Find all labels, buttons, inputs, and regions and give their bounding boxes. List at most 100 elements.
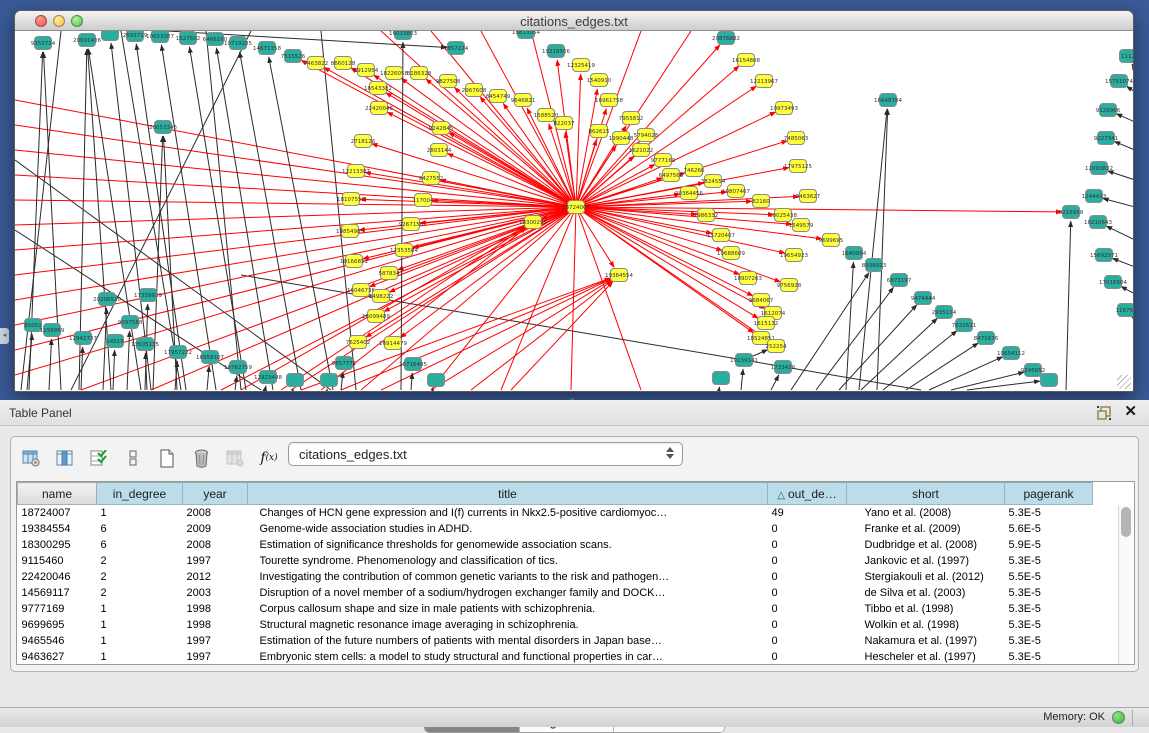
table-cell[interactable]: 1998: [183, 617, 248, 633]
graph-node[interactable]: 16543382: [364, 82, 392, 95]
column-header-title[interactable]: title: [248, 483, 768, 505]
table-cell[interactable]: 2: [97, 569, 183, 585]
select-rows-button[interactable]: [87, 447, 111, 469]
table-cell[interactable]: Dudbridge et al. (2008): [847, 537, 1005, 553]
graph-node[interactable]: 1527602: [176, 32, 201, 45]
graph-node[interactable]: 2693719: [123, 31, 148, 42]
table-cell[interactable]: 2003: [183, 585, 248, 601]
graph-node[interactable]: 2718126: [351, 135, 376, 148]
graph-node[interactable]: 15716485: [399, 358, 427, 371]
graph-node[interactable]: 7625402: [346, 336, 371, 349]
table-cell[interactable]: de Silva et al. (2003): [847, 585, 1005, 601]
function-builder-button[interactable]: f(x): [257, 447, 281, 469]
table-cell[interactable]: Genome-wide association studies in ADHD.: [248, 521, 768, 537]
table-cell[interactable]: 18300295: [18, 537, 97, 553]
table-cell[interactable]: 2008: [183, 537, 248, 553]
table-cell[interactable]: 2: [97, 553, 183, 569]
graph-node[interactable]: 9097588: [118, 316, 143, 329]
table-cell[interactable]: 6: [97, 537, 183, 553]
graph-node[interactable]: 9684067: [749, 294, 774, 307]
graph-node[interactable]: 116753: [1116, 304, 1134, 317]
table-cell[interactable]: 5.3E-5: [1005, 505, 1093, 521]
graph-node[interactable]: 82160: [752, 195, 770, 208]
graph-node[interactable]: 1498222: [369, 290, 394, 303]
graph-node[interactable]: 20876882: [712, 32, 740, 45]
citation-edge-black[interactable]: [1108, 171, 1133, 180]
graph-node[interactable]: 6873197: [887, 274, 912, 287]
graph-node[interactable]: 746266: [684, 164, 705, 177]
graph-node[interactable]: 15692971: [1090, 249, 1118, 262]
citation-edge-black[interactable]: [240, 52, 301, 390]
table-cell[interactable]: Nakamura et al. (1997): [847, 633, 1005, 649]
citation-edge-black[interactable]: [1126, 86, 1133, 92]
column-header-in_degree[interactable]: in_degree: [97, 483, 183, 505]
graph-node[interactable]: 18813054: [512, 31, 540, 39]
graph-node[interactable]: 14519: [106, 335, 124, 348]
graph-node[interactable]: 7632621: [952, 319, 977, 332]
table-cell[interactable]: 2009: [183, 521, 248, 537]
citation-edge-black[interactable]: [161, 45, 216, 390]
graph-node[interactable]: 9857771: [332, 357, 357, 370]
table-cell[interactable]: 9463627: [18, 649, 97, 665]
citation-edge-red[interactable]: [15, 207, 576, 375]
citation-edge-black[interactable]: [846, 262, 853, 390]
citation-edge-black[interactable]: [967, 381, 1040, 390]
graph-node[interactable]: 9474444: [911, 292, 936, 305]
table-cell[interactable]: 22420046: [18, 569, 97, 585]
table-cell[interactable]: 5.3E-5: [1005, 649, 1093, 665]
graph-node[interactable]: 9756928: [777, 279, 802, 292]
citation-edge-red[interactable]: [15, 150, 576, 207]
graph-node[interactable]: 12213387: [342, 165, 370, 178]
table-cell[interactable]: 0: [768, 633, 847, 649]
table-cell[interactable]: Investigating the contribution of common…: [248, 569, 768, 585]
graph-node[interactable]: 7463822: [304, 57, 329, 70]
graph-node[interactable]: 7485063: [784, 132, 809, 145]
delete-column-button[interactable]: [189, 447, 213, 469]
graph-node[interactable]: [713, 372, 730, 385]
graph-node[interactable]: 5794028: [634, 129, 659, 142]
table-row[interactable]: 911546021997Tourette syndrome. Phenomeno…: [18, 553, 1093, 569]
float-panel-icon[interactable]: [1097, 406, 1111, 420]
table-cell[interactable]: 0: [768, 521, 847, 537]
graph-node[interactable]: 9699695: [819, 234, 844, 247]
citation-edge-black[interactable]: [1121, 286, 1133, 294]
graph-node[interactable]: 7857224: [444, 42, 469, 55]
graph-node[interactable]: 9777169: [651, 154, 676, 167]
table-cell[interactable]: 2008: [183, 505, 248, 521]
graph-node[interactable]: 9646821: [511, 94, 536, 107]
column-header-out_de[interactable]: △out_de…: [768, 483, 847, 505]
table-cell[interactable]: 5.6E-5: [1005, 521, 1093, 537]
table-cell[interactable]: 49: [768, 505, 847, 521]
table-row[interactable]: 1456911722003Disruption of a novel membe…: [18, 585, 1093, 601]
table-cell[interactable]: 1997: [183, 553, 248, 569]
citation-edge-red[interactable]: [576, 207, 781, 282]
table-cell[interactable]: Hescheler et al. (1997): [847, 649, 1005, 665]
graph-node[interactable]: 2803144: [427, 144, 452, 157]
close-panel-icon[interactable]: ✕: [1124, 404, 1137, 420]
graph-node[interactable]: 16958107: [196, 351, 224, 364]
table-row[interactable]: 2242004622012Investigating the contribut…: [18, 569, 1093, 585]
graph-node[interactable]: 8186328: [407, 67, 432, 80]
table-scrollbar-thumb[interactable]: [1121, 507, 1131, 537]
citation-edge-black[interactable]: [1132, 64, 1133, 70]
graph-node[interactable]: 15751074: [1105, 75, 1133, 88]
graph-node[interactable]: 3824554: [701, 175, 726, 188]
graph-node[interactable]: 1621022: [629, 144, 654, 157]
table-cell[interactable]: 9115460: [18, 553, 97, 569]
graph-node[interactable]: 20364456: [675, 187, 703, 200]
table-cell[interactable]: 18724007: [18, 505, 97, 521]
graph-node[interactable]: 117004: [413, 194, 434, 207]
table-cell[interactable]: 0: [768, 601, 847, 617]
graph-node[interactable]: [428, 374, 445, 387]
citation-edge-black[interactable]: [1114, 141, 1133, 150]
citation-edge-black[interactable]: [1106, 226, 1133, 240]
graph-node[interactable]: 252254: [766, 340, 787, 353]
table-cell[interactable]: Estimation of the future numbers of pati…: [248, 633, 768, 649]
graph-node[interactable]: 8660128: [331, 57, 356, 70]
graph-node[interactable]: 20691406: [73, 34, 101, 47]
graph-node[interactable]: 8454749: [486, 90, 511, 103]
graph-node[interactable]: 7955812: [619, 112, 644, 125]
table-cell[interactable]: 5.5E-5: [1005, 569, 1093, 585]
graph-node[interactable]: 5912954: [354, 64, 379, 77]
table-row[interactable]: 977716911998Corpus callosum shape and si…: [18, 601, 1093, 617]
